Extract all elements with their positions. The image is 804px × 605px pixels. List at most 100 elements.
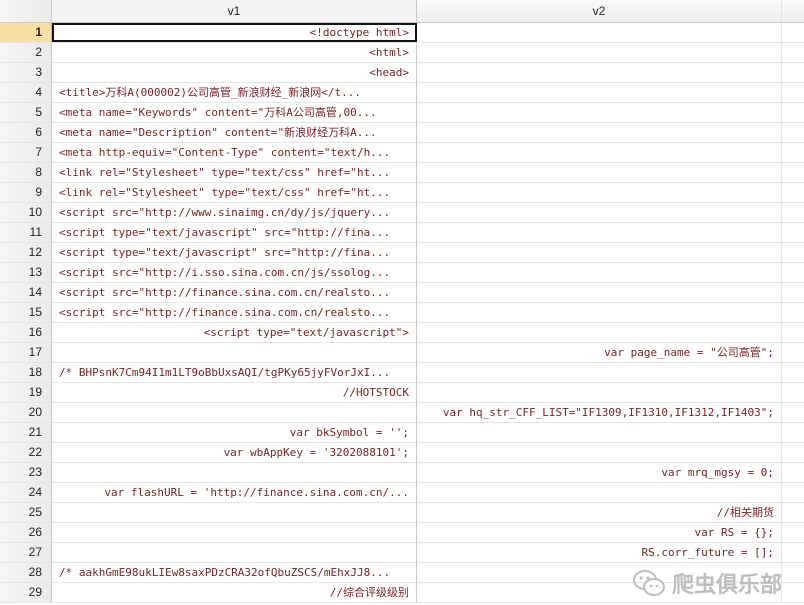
cell-v1[interactable]	[52, 543, 417, 562]
cell-v1[interactable]	[52, 403, 417, 422]
cell-v2[interactable]: RS.corr_future = [];	[417, 543, 782, 562]
cell-v2[interactable]	[417, 103, 782, 122]
row-number[interactable]: 6	[0, 123, 52, 142]
row-number[interactable]: 14	[0, 283, 52, 302]
cell-v2[interactable]: var hq_str_CFF_LIST="IF1309,IF1310,IF131…	[417, 403, 782, 422]
cell-v2[interactable]	[417, 383, 782, 402]
cell-v1[interactable]: <script src="http://finance.sina.com.cn/…	[52, 303, 417, 322]
row-number[interactable]: 27	[0, 543, 52, 562]
cell-v1[interactable]: <title>万科A(000002)公司高管_新浪财经_新浪网</t...	[52, 83, 417, 102]
row-number[interactable]: 2	[0, 43, 52, 62]
empty-cell	[782, 403, 804, 422]
column-header-v1[interactable]: v1	[52, 0, 417, 22]
cell-v2[interactable]	[417, 63, 782, 82]
cell-v2[interactable]	[417, 423, 782, 442]
row-number[interactable]: 25	[0, 503, 52, 522]
table-row: 10 <script src="http://www.sinaimg.cn/dy/…	[0, 203, 804, 223]
cell-v1[interactable]: <script type="text/javascript" src="http…	[52, 223, 417, 242]
cell-v2[interactable]	[417, 443, 782, 462]
cell-v1[interactable]: <meta name="Description" content="新浪财经万科…	[52, 123, 417, 142]
cell-v1[interactable]	[52, 523, 417, 542]
cell-v1[interactable]: <script src="http://i.sso.sina.com.cn/js…	[52, 263, 417, 282]
empty-cell	[782, 203, 804, 222]
cell-v2[interactable]	[417, 43, 782, 62]
row-number[interactable]: 18	[0, 363, 52, 382]
cell-v2[interactable]: var RS = {};	[417, 523, 782, 542]
row-number[interactable]: 16	[0, 323, 52, 342]
row-number[interactable]: 22	[0, 443, 52, 462]
row-number[interactable]: 7	[0, 143, 52, 162]
cell-v2[interactable]	[417, 483, 782, 502]
cell-v1[interactable]: <script src="http://finance.sina.com.cn/…	[52, 283, 417, 302]
cell-v1[interactable]	[52, 463, 417, 482]
cell-v1[interactable]: <script src="http://www.sinaimg.cn/dy/js…	[52, 203, 417, 222]
row-number[interactable]: 8	[0, 163, 52, 182]
empty-cell	[782, 303, 804, 322]
cell-v2[interactable]	[417, 163, 782, 182]
cell-v1[interactable]: <script type="text/javascript" src="http…	[52, 243, 417, 262]
cell-v2[interactable]	[417, 323, 782, 342]
row-number[interactable]: 24	[0, 483, 52, 502]
row-number[interactable]: 1	[0, 23, 52, 42]
cell-v2[interactable]: var mrq_mgsy = 0;	[417, 463, 782, 482]
cell-v1[interactable]: var flashURL = 'http://finance.sina.com.…	[52, 483, 417, 502]
cell-v2[interactable]	[417, 223, 782, 242]
cell-v2[interactable]	[417, 583, 782, 602]
cell-v1[interactable]: var wbAppKey = '3202088101';	[52, 443, 417, 462]
cell-v2[interactable]: var page_name = "公司高管";	[417, 343, 782, 362]
row-number[interactable]: 13	[0, 263, 52, 282]
row-number[interactable]: 9	[0, 183, 52, 202]
table-row: 25 //相关期货	[0, 503, 804, 523]
row-number[interactable]: 19	[0, 383, 52, 402]
row-number[interactable]: 29	[0, 583, 52, 602]
cell-v1[interactable]	[52, 503, 417, 522]
cell-v1[interactable]: <!doctype html>	[52, 23, 417, 42]
cell-v1[interactable]: //综合评级级别	[52, 583, 417, 602]
cell-v2[interactable]	[417, 143, 782, 162]
table-row: 29//综合评级级别	[0, 583, 804, 603]
row-number[interactable]: 28	[0, 563, 52, 582]
row-number[interactable]: 4	[0, 83, 52, 102]
cell-v2[interactable]	[417, 183, 782, 202]
cell-v1[interactable]: /* BHPsnK7Cm94I1m1LT9oBbUxsAQI/tgPKy65jy…	[52, 363, 417, 382]
corner-cell[interactable]	[0, 0, 52, 22]
row-number[interactable]: 3	[0, 63, 52, 82]
empty-cell	[782, 443, 804, 462]
cell-v1[interactable]: <link rel="Stylesheet" type="text/css" h…	[52, 183, 417, 202]
column-header-v2[interactable]: v2	[417, 0, 782, 22]
cell-v2[interactable]	[417, 23, 782, 42]
cell-v1[interactable]: /* aakhGmE98ukLIEw8saxPDzCRA32ofQbuZSCS/…	[52, 563, 417, 582]
table-row: 4 <title>万科A(000002)公司高管_新浪财经_新浪网</t...	[0, 83, 804, 103]
row-number[interactable]: 23	[0, 463, 52, 482]
row-number[interactable]: 15	[0, 303, 52, 322]
cell-v2[interactable]	[417, 563, 782, 582]
cell-v1[interactable]	[52, 343, 417, 362]
cell-v2[interactable]	[417, 243, 782, 262]
cell-v2[interactable]	[417, 303, 782, 322]
cell-v1[interactable]: <link rel="Stylesheet" type="text/css" h…	[52, 163, 417, 182]
cell-v2[interactable]	[417, 123, 782, 142]
cell-v2[interactable]: //相关期货	[417, 503, 782, 522]
row-number[interactable]: 20	[0, 403, 52, 422]
cell-v2[interactable]	[417, 363, 782, 382]
cell-v2[interactable]	[417, 83, 782, 102]
cell-v2[interactable]	[417, 263, 782, 282]
cell-v2[interactable]	[417, 203, 782, 222]
row-number[interactable]: 12	[0, 243, 52, 262]
empty-cell	[782, 583, 804, 602]
cell-v1[interactable]: <html>	[52, 43, 417, 62]
table-row: 18/* BHPsnK7Cm94I1m1LT9oBbUxsAQI/tgPKy65…	[0, 363, 804, 383]
row-number[interactable]: 26	[0, 523, 52, 542]
cell-v1[interactable]: <script type="text/javascript">	[52, 323, 417, 342]
row-number[interactable]: 10	[0, 203, 52, 222]
row-number[interactable]: 11	[0, 223, 52, 242]
cell-v1[interactable]: <meta name="Keywords" content="万科A公司高管,0…	[52, 103, 417, 122]
cell-v1[interactable]: <meta http-equiv="Content-Type" content=…	[52, 143, 417, 162]
row-number[interactable]: 5	[0, 103, 52, 122]
row-number[interactable]: 17	[0, 343, 52, 362]
cell-v1[interactable]: <head>	[52, 63, 417, 82]
cell-v1[interactable]: //HOTSTOCK	[52, 383, 417, 402]
cell-v1[interactable]: var bkSymbol = '';	[52, 423, 417, 442]
row-number[interactable]: 21	[0, 423, 52, 442]
cell-v2[interactable]	[417, 283, 782, 302]
